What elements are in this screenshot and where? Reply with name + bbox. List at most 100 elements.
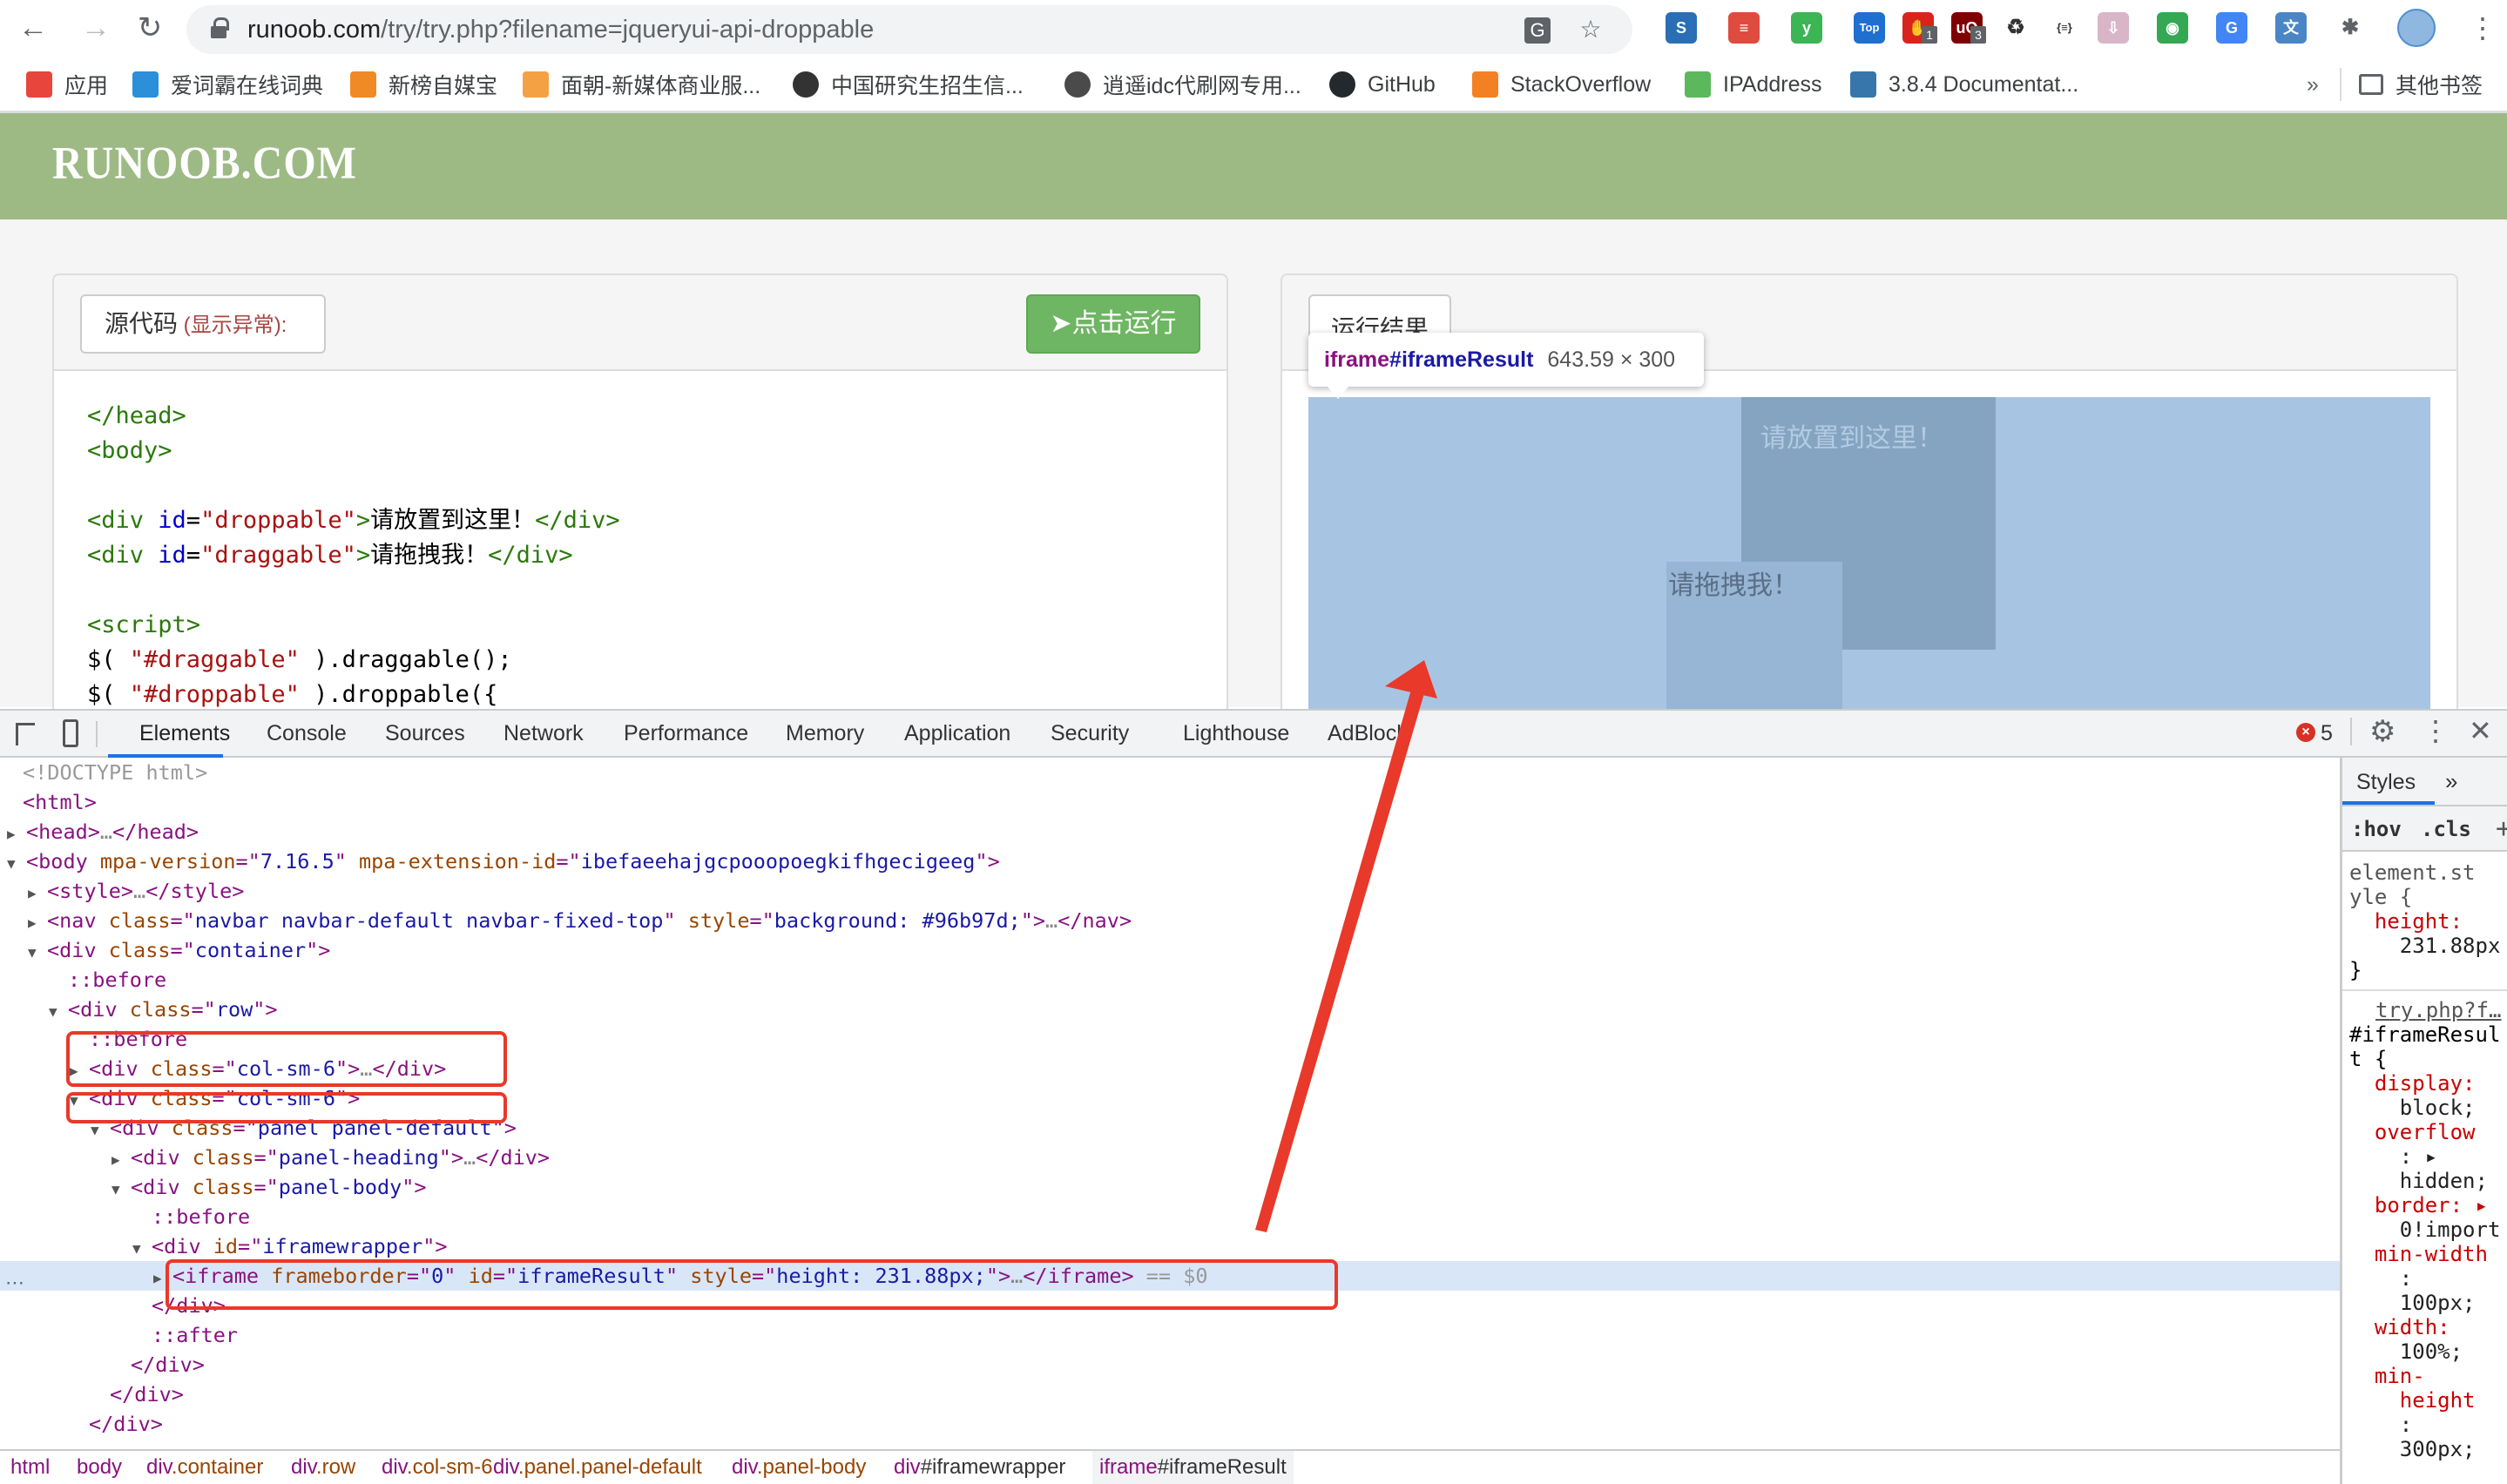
tab-security[interactable]: Security <box>1051 721 1129 746</box>
folder-ext-icon[interactable]: ⇩ <box>2098 12 2129 44</box>
tree-row[interactable]: <!DOCTYPE html> <box>0 758 2340 787</box>
tree-row[interactable]: ▶ <div class="panel-heading">…</div> <box>0 1143 2340 1172</box>
tab-sources[interactable]: Sources <box>385 721 465 746</box>
style-prop-value[interactable]: 100px; <box>2349 1291 2476 1315</box>
breadcrumb-item[interactable]: div#iframewrapper <box>894 1451 1065 1484</box>
tree-row[interactable]: ::before <box>0 1202 2340 1231</box>
style-prop-name[interactable]: height <box>2349 1388 2476 1413</box>
address-bar[interactable]: runoob.com/try/try.php?filename=jqueryui… <box>186 5 1632 54</box>
tab-lighthouse[interactable]: Lighthouse <box>1183 721 1289 746</box>
style-prop-value[interactable]: : ▸ <box>2349 1144 2437 1169</box>
tree-row[interactable]: ::after <box>0 1320 2340 1350</box>
expand-triangle-icon[interactable]: ▶ <box>7 820 26 849</box>
breadcrumb-item[interactable]: div.panel-body <box>732 1451 866 1484</box>
bookmarks-overflow-button[interactable]: » <box>2307 70 2319 99</box>
tab-adblock[interactable]: AdBlock <box>1328 721 1408 746</box>
tree-row[interactable]: <html> <box>0 787 2340 817</box>
bookmark-item[interactable]: 面朝-新媒体商业服... <box>523 70 760 99</box>
tab-console[interactable]: Console <box>267 721 347 746</box>
style-prop-value[interactable]: hidden; <box>2349 1169 2488 1193</box>
bookmark-item[interactable]: 逍遥idc代刷网专用... <box>1064 70 1301 99</box>
expand-triangle-icon[interactable]: ▶ <box>111 1145 131 1175</box>
code-editor[interactable]: </head> <body> <div id="droppable">请放置到这里… <box>87 399 620 712</box>
reload-button[interactable]: ↻ <box>132 10 167 45</box>
tree-row[interactable]: ▶ <style>…</style> <box>0 876 2340 906</box>
style-prop-value[interactable]: 100%; <box>2349 1339 2463 1364</box>
url-text[interactable]: runoob.com/try/try.php?filename=jqueryui… <box>247 16 874 44</box>
tab-elements[interactable]: Elements <box>139 721 230 746</box>
error-count[interactable]: 5 <box>2321 721 2333 746</box>
tophub-ext-icon[interactable]: Top <box>1854 12 1885 44</box>
collapse-triangle-icon[interactable]: ▼ <box>28 938 47 968</box>
translate-icon[interactable]: G <box>1524 17 1551 44</box>
row-menu-icon[interactable]: ⋯ <box>5 1272 24 1294</box>
json-ext-icon[interactable]: {≡} <box>2049 12 2080 44</box>
expand-triangle-icon[interactable]: ▶ <box>28 908 47 938</box>
recycle-ext-icon[interactable]: ♻ <box>2000 12 2031 44</box>
bookmark-item[interactable]: 爱词霸在线词典 <box>132 70 323 99</box>
style-prop-name[interactable]: min- <box>2349 1364 2425 1388</box>
tree-row[interactable]: ▼ <div class="row"> <box>0 995 2340 1024</box>
hov-toggle[interactable]: :hov <box>2351 817 2402 841</box>
translate-ext-icon[interactable]: G <box>2216 12 2247 44</box>
chrome-menu-icon[interactable]: ⋮ <box>2465 10 2500 45</box>
s-ext-icon[interactable]: S <box>1666 12 1697 44</box>
breadcrumb-item[interactable]: div.panel.panel-default <box>493 1451 702 1484</box>
draggable-box[interactable]: 请拖拽我！ <box>1666 562 1842 709</box>
style-prop-value[interactable]: 0!import <box>2349 1218 2501 1242</box>
style-prop-value[interactable]: 231.88px <box>2349 934 2501 958</box>
style-prop-value[interactable]: : <box>2349 1413 2412 1437</box>
tree-row[interactable]: ::before <box>0 965 2340 995</box>
style-prop-name[interactable]: border: ▸ <box>2349 1193 2488 1218</box>
bookmark-item[interactable]: 新榜自媒宝 <box>350 70 497 99</box>
breadcrumb-item[interactable]: div.row <box>291 1451 355 1484</box>
run-button[interactable]: ➤点击运行 <box>1026 294 1200 354</box>
tree-row[interactable]: </div> <box>0 1409 2340 1439</box>
style-prop-name[interactable]: overflow <box>2349 1120 2476 1144</box>
tab-memory[interactable]: Memory <box>786 721 864 746</box>
bookmark-item[interactable]: IPAddress <box>1685 70 1821 99</box>
style-prop-name[interactable]: display: <box>2349 1071 2476 1096</box>
collapse-triangle-icon[interactable]: ▼ <box>132 1234 152 1264</box>
expand-triangle-icon[interactable]: ▶ <box>28 879 47 908</box>
style-prop-name[interactable]: width: <box>2349 1315 2450 1339</box>
tree-row[interactable]: </div> <box>0 1350 2340 1379</box>
devtools-menu-icon[interactable]: ⋮ <box>2422 714 2450 747</box>
more-tabs-button[interactable]: » <box>2445 768 2457 795</box>
back-button[interactable]: ← <box>16 10 51 45</box>
tab-performance[interactable]: Performance <box>624 721 748 746</box>
new-rule-button[interactable]: + <box>2496 813 2507 844</box>
style-prop-value[interactable]: block; <box>2349 1096 2476 1120</box>
chrome-ext-icon[interactable]: ◉ <box>2157 12 2188 44</box>
tree-row[interactable]: ▶ <nav class="navbar navbar-default navba… <box>0 906 2340 935</box>
style-prop-value[interactable]: 300px; <box>2349 1437 2476 1461</box>
bookmark-item[interactable]: 应用 <box>26 70 108 99</box>
cls-toggle[interactable]: .cls <box>2421 817 2471 841</box>
y-ext-icon[interactable]: y <box>1791 12 1822 44</box>
tab-network[interactable]: Network <box>503 721 584 746</box>
notes-ext-icon[interactable]: ≡ <box>1728 12 1760 44</box>
collapse-triangle-icon[interactable]: ▼ <box>49 997 68 1027</box>
breadcrumb-item[interactable]: body <box>77 1451 122 1484</box>
breadcrumb-item[interactable]: div.container <box>146 1451 263 1484</box>
site-logo[interactable]: RUNOOB.COM <box>52 137 357 190</box>
show-error-link[interactable]: 显示异常 <box>191 314 274 337</box>
tree-row[interactable]: ▼ <div class="container"> <box>0 935 2340 965</box>
bookmark-item[interactable]: GitHub <box>1329 70 1436 99</box>
bookmark-item[interactable]: StackOverflow <box>1472 70 1651 99</box>
error-icon[interactable]: × <box>2296 723 2315 742</box>
device-toolbar-icon[interactable] <box>63 719 78 747</box>
other-bookmarks[interactable]: 其他书签 <box>2359 70 2483 99</box>
bookmark-star-icon[interactable]: ☆ <box>1577 16 1605 44</box>
tree-row[interactable]: ▶ <head>…</head> <box>0 817 2340 847</box>
tree-row[interactable]: </div> <box>0 1379 2340 1409</box>
style-prop-name[interactable]: height: <box>2349 909 2463 934</box>
tree-row[interactable]: ▼ <div id="iframewrapper"> <box>0 1231 2340 1261</box>
style-source-link[interactable]: try.php?f… <box>2375 998 2502 1022</box>
tree-row[interactable]: ▼ <div class="panel-body"> <box>0 1172 2340 1202</box>
breadcrumb-item[interactable]: iframe#iframeResult <box>1092 1451 1294 1484</box>
collapse-triangle-icon[interactable]: ▼ <box>111 1175 131 1204</box>
style-prop-name[interactable]: min-width <box>2349 1242 2488 1266</box>
breadcrumb-item[interactable]: html <box>10 1451 50 1484</box>
puzzle-ext-icon[interactable]: ✱ <box>2335 12 2366 44</box>
